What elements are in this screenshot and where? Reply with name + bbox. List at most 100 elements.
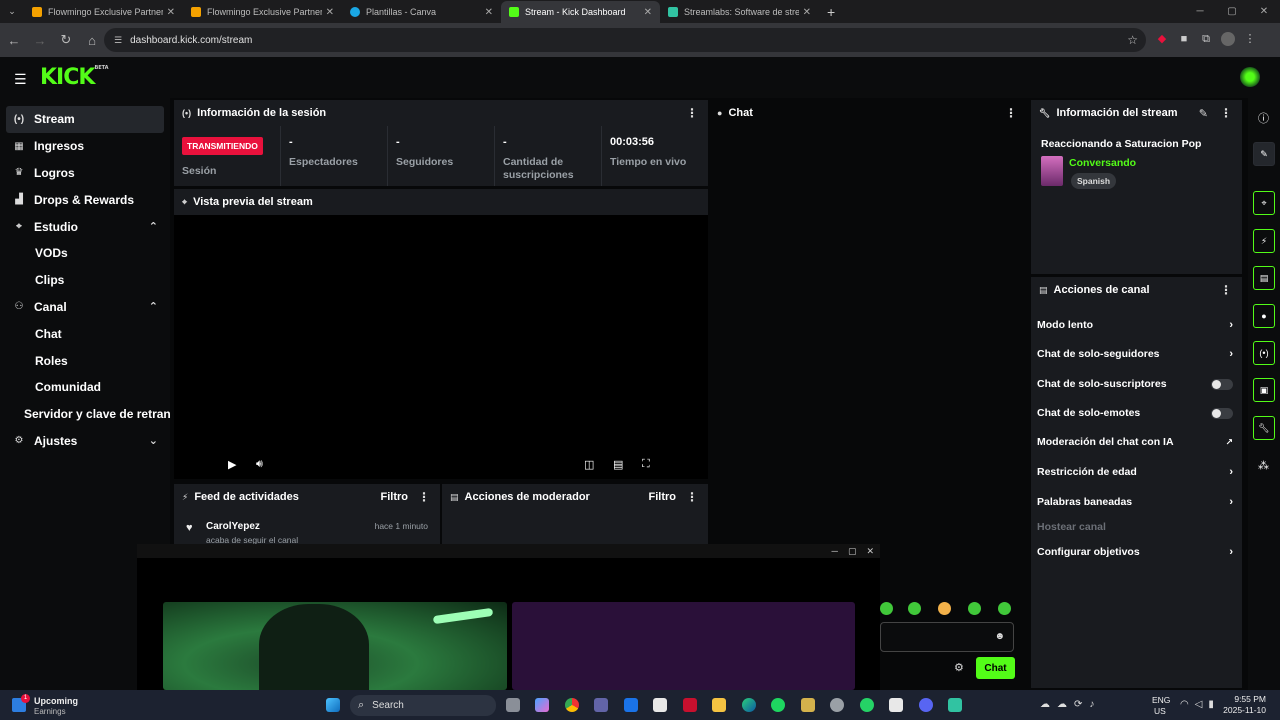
store-icon[interactable] <box>653 698 667 712</box>
edge-icon[interactable] <box>742 698 756 712</box>
profile-avatar-icon[interactable] <box>1221 32 1235 46</box>
action-ai-moderation[interactable]: Moderación del chat con IA ↗ <box>1037 432 1233 452</box>
emote-icon[interactable] <box>938 602 951 615</box>
more-options-icon[interactable]: ⋮ <box>1220 283 1232 297</box>
add-widget-icon[interactable]: ⁂ <box>1258 459 1269 472</box>
hamburger-menu-icon[interactable]: ☰ <box>14 71 27 88</box>
close-tab-icon[interactable]: ✕ <box>485 7 493 18</box>
fullscreen-icon[interactable]: ⛶ <box>642 458 650 471</box>
info-icon[interactable]: ⓘ <box>1258 110 1269 126</box>
emote-icon[interactable] <box>968 602 981 615</box>
browser-tab[interactable]: Plantillas - Canva ✕ <box>342 1 501 23</box>
new-tab-icon[interactable]: + <box>827 1 835 23</box>
more-options-icon[interactable]: ⋮ <box>686 490 698 504</box>
stream-category[interactable]: Conversando <box>1069 157 1136 169</box>
close-icon[interactable]: ✕ <box>866 546 874 557</box>
emote-icon[interactable] <box>998 602 1011 615</box>
rail-channel-actions-button[interactable]: ▣ <box>1253 378 1275 402</box>
emoji-icon[interactable]: ☻ <box>994 631 1005 642</box>
feed-username[interactable]: CarolYepez <box>206 521 260 532</box>
minimize-icon[interactable]: ─ <box>1184 6 1216 17</box>
app-icon[interactable] <box>801 698 815 712</box>
weather-widget[interactable]: 1 Upcoming Earnings <box>12 694 92 716</box>
close-window-icon[interactable]: ✕ <box>1248 6 1280 17</box>
kick-logo[interactable]: KICKBETA <box>40 65 109 90</box>
sidebar-item-chat[interactable]: Chat <box>0 320 170 347</box>
windows-start-icon[interactable] <box>326 698 340 712</box>
send-chat-button[interactable]: Chat <box>976 657 1015 679</box>
taskbar-search[interactable]: ⌕ Search <box>350 695 496 716</box>
action-goals[interactable]: Configurar objetivos › <box>1037 542 1233 562</box>
sidebar-item-comunidad[interactable]: Comunidad <box>0 374 170 401</box>
emote-icon[interactable] <box>908 602 921 615</box>
file-explorer-icon[interactable] <box>712 698 726 712</box>
rail-edit-button[interactable]: ✎ <box>1253 142 1275 166</box>
emotes-only-toggle[interactable] <box>1211 407 1233 419</box>
action-slow-mode[interactable]: Modo lento › <box>1037 315 1233 335</box>
more-options-icon[interactable]: ⋮ <box>1220 106 1232 120</box>
close-tab-icon[interactable]: ✕ <box>167 7 175 18</box>
browser-tab[interactable]: Flowmingo Exclusive Partner Hu ✕ <box>24 1 183 23</box>
sidebar-item-drops[interactable]: ▟ Drops & Rewards <box>0 186 170 213</box>
category-thumbnail[interactable] <box>1041 156 1063 186</box>
sidebar-item-stream-key[interactable]: Servidor y clave de retransmisión <box>0 401 170 428</box>
rail-mod-button[interactable]: ▤ <box>1253 266 1275 290</box>
forward-icon[interactable]: → <box>28 33 52 48</box>
browser-tab-active[interactable]: Stream - Kick Dashboard ✕ <box>501 1 660 23</box>
more-options-icon[interactable]: ⋮ <box>686 106 698 120</box>
sidebar-item-ingresos[interactable]: ▦ Ingresos <box>0 133 170 160</box>
play-icon[interactable]: ▶ <box>228 458 236 471</box>
browser-tab[interactable]: Streamlabs: Software de stream ✕ <box>660 1 819 23</box>
home-icon[interactable]: ⌂ <box>80 33 104 48</box>
mcafee-icon[interactable] <box>683 698 697 712</box>
notepad-icon[interactable] <box>889 698 903 712</box>
taskbar-clock[interactable]: 9:55 PM 2025-11-10 <box>1223 694 1266 716</box>
streamlabs-icon[interactable] <box>948 698 962 712</box>
action-followers-only[interactable]: Chat de solo-seguidores › <box>1037 344 1233 364</box>
more-options-icon[interactable]: ⋮ <box>1005 106 1017 120</box>
close-tab-icon[interactable]: ✕ <box>803 7 811 18</box>
spotify-icon[interactable] <box>771 698 785 712</box>
sidebar-item-stream[interactable]: (•) Stream <box>6 106 164 133</box>
discord-icon[interactable] <box>919 698 933 712</box>
url-input[interactable]: ☰ dashboard.kick.com/stream ☆ <box>104 28 1146 52</box>
pip-icon[interactable]: ◫ <box>584 458 594 471</box>
sidebar-item-canal[interactable]: ⚇ Canal ⌃ <box>0 294 170 321</box>
site-info-icon[interactable]: ☰ <box>114 35 122 46</box>
rail-activity-button[interactable]: ⚡︎ <box>1253 229 1275 253</box>
browser-menu-icon[interactable]: ⋮ <box>1243 32 1257 46</box>
chat-settings-icon[interactable]: ⚙ <box>954 661 964 674</box>
feed-filter-button[interactable]: Filtro <box>381 491 409 503</box>
mod-filter-button[interactable]: Filtro <box>649 491 677 503</box>
rail-stream-info-button[interactable]: 🔧︎ <box>1253 416 1275 440</box>
browser-tab[interactable]: Flowmingo Exclusive Partner Hu ✕ <box>183 1 342 23</box>
whatsapp-icon[interactable] <box>860 698 874 712</box>
user-avatar[interactable] <box>1240 67 1260 87</box>
sidebar-item-clips[interactable]: Clips <box>0 267 170 294</box>
minimize-icon[interactable]: ─ <box>832 546 838 556</box>
edit-icon[interactable]: ✎ <box>1199 107 1208 120</box>
close-tab-icon[interactable]: ✕ <box>326 7 334 18</box>
camera-popup-window[interactable]: ─ ▢ ✕ <box>137 544 880 690</box>
wifi-volume-battery-icons[interactable]: ◠◁▮ <box>1180 699 1220 710</box>
maximize-icon[interactable]: ▢ <box>848 546 857 557</box>
mail-icon[interactable] <box>624 698 638 712</box>
emote-icon[interactable] <box>880 602 893 615</box>
sidebar-item-estudio[interactable]: ⌖ Estudio ⌃ <box>0 213 170 240</box>
chrome-icon[interactable] <box>565 698 579 712</box>
tray-icons[interactable]: ☁☁⟳♪ <box>1040 699 1101 710</box>
extension-gray-icon[interactable]: ■ <box>1177 32 1191 46</box>
volume-icon[interactable]: 🔊︎ <box>256 458 263 471</box>
tab-search-button[interactable]: ⌄ <box>0 0 24 23</box>
back-icon[interactable]: ← <box>2 33 26 48</box>
reload-icon[interactable]: ↻ <box>54 32 78 48</box>
maximize-icon[interactable]: ▢ <box>1216 6 1248 17</box>
copilot-icon[interactable] <box>535 698 549 712</box>
action-banned-words[interactable]: Palabras baneadas › <box>1037 492 1233 512</box>
more-options-icon[interactable]: ⋮ <box>418 490 430 504</box>
teams-icon[interactable] <box>594 698 608 712</box>
chat-input[interactable]: ☻ <box>880 622 1014 652</box>
close-tab-icon[interactable]: ✕ <box>644 7 652 18</box>
sidebar-item-roles[interactable]: Roles <box>0 347 170 374</box>
bookmark-star-icon[interactable]: ☆ <box>1127 33 1138 47</box>
